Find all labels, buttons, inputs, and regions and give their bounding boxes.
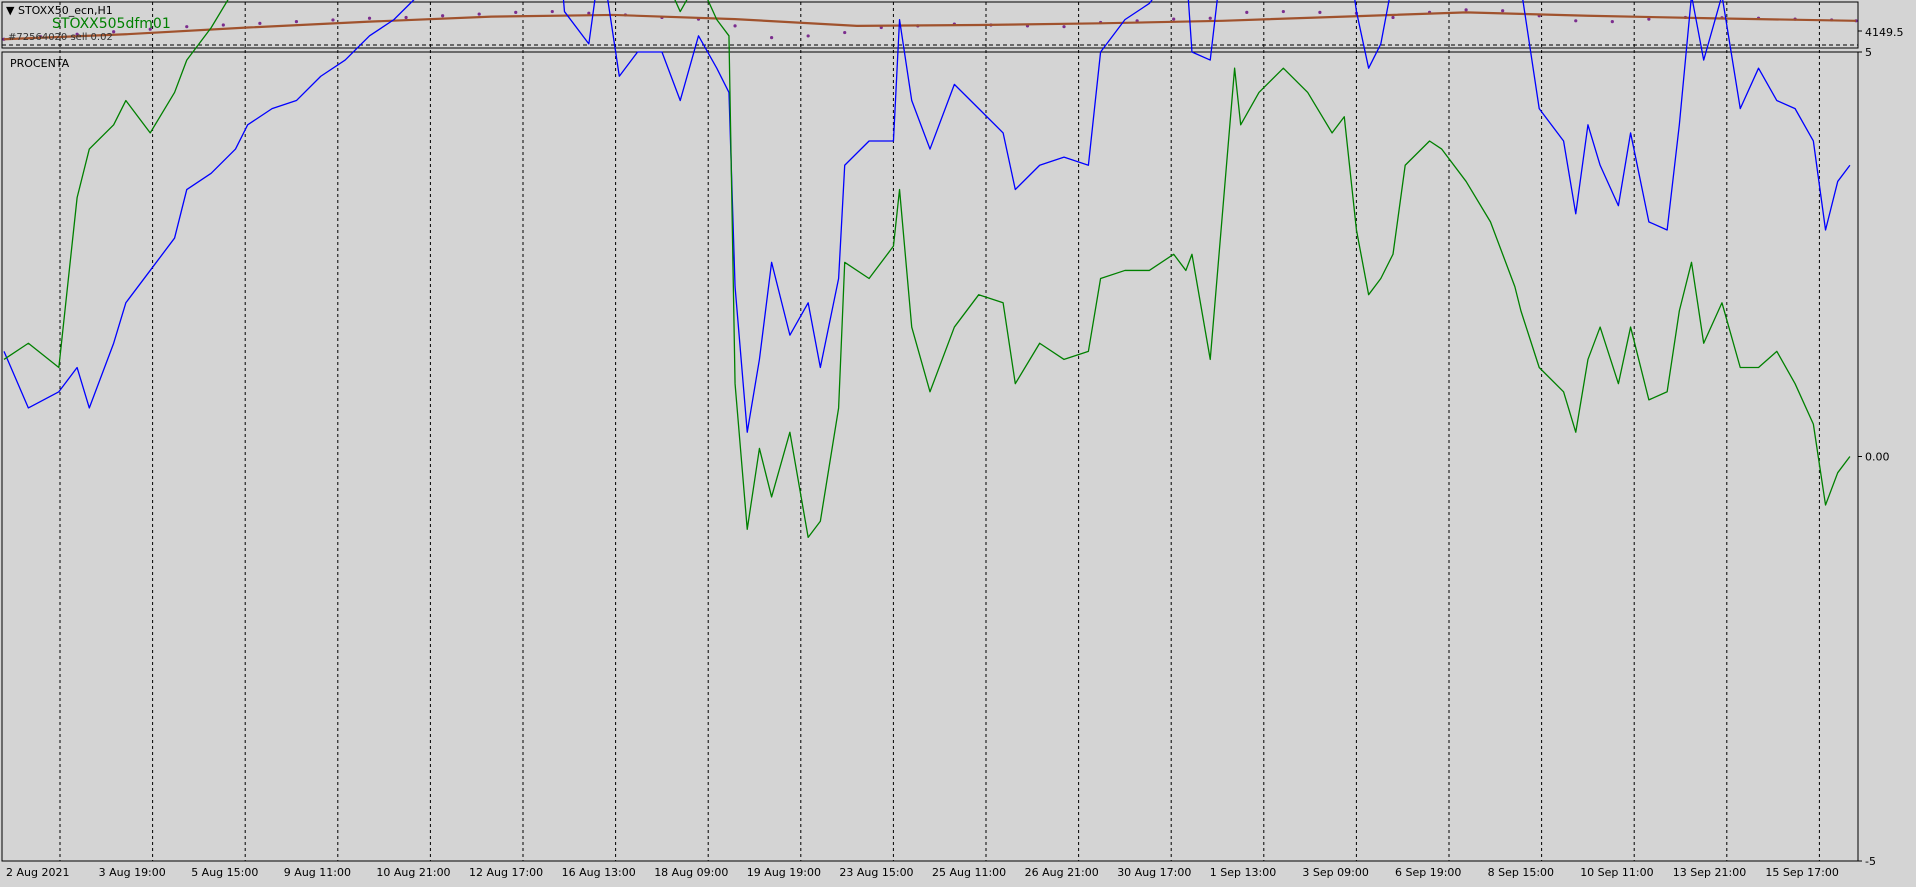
x-tick-label-19: 15 Sep 17:00 [1765,866,1838,879]
x-tick-label-14: 3 Sep 09:00 [1302,866,1368,879]
price-point [1610,20,1614,24]
y-tick-label-1: 0.00 [1865,451,1890,464]
price-point [1318,10,1322,14]
price-point [331,18,335,22]
price-point [185,25,189,29]
price-point [477,12,481,16]
x-tick-label-3: 9 Aug 11:00 [284,866,351,879]
price-point [806,34,810,38]
order-info-line: #72564020 sell 0.02 [8,32,113,43]
subwindow-label: PROCENTA [10,57,70,70]
x-tick-label-13: 1 Sep 13:00 [1210,866,1276,879]
price-point [1281,9,1285,14]
price-point [843,30,847,35]
x-tick-label-1: 3 Aug 19:00 [99,866,166,879]
chart-root: 2 Aug 2021 3 Aug 19:00 5 Aug 15:00 9 Aug 11… [0,0,1916,884]
x-tick-label-5: 12 Aug 17:00 [469,866,543,879]
x-tick-label-7: 18 Aug 09:00 [654,866,728,879]
collapse-triangle-icon[interactable]: ▼ [6,4,14,17]
price-axis-label: 4149.5 [1865,26,1904,39]
x-tick-label-8: 19 Aug 19:00 [747,866,821,879]
x-tick-label-10: 25 Aug 11:00 [932,866,1006,879]
price-point [1245,10,1249,14]
y-tick-label-2: -5 [1865,855,1876,868]
price-point [441,14,445,18]
x-tick-label-9: 23 Aug 15:00 [839,866,913,879]
price-point [770,36,774,40]
x-tick-label-16: 8 Sep 15:00 [1488,866,1554,879]
x-tick-label-0: 2 Aug 2021 [6,866,69,879]
price-point [1391,15,1395,20]
price-point [550,9,554,14]
chart-background [0,0,1916,884]
price-point [1501,9,1505,13]
price-point [1464,8,1468,12]
x-tick-label-4: 10 Aug 21:00 [376,866,450,879]
x-tick-label-2: 5 Aug 15:00 [191,866,258,879]
price-point [404,15,408,20]
x-tick-label-18: 13 Sep 21:00 [1673,866,1746,879]
price-point [258,21,262,25]
y-tick-label-0: 5 [1865,46,1872,59]
x-tick-label-11: 26 Aug 21:00 [1025,866,1099,879]
price-point [367,16,372,20]
price-point [1208,16,1212,20]
price-point [294,20,299,24]
price-point [1574,19,1578,23]
x-tick-label-17: 10 Sep 11:00 [1580,866,1653,879]
x-tick-label-15: 6 Sep 19:00 [1395,866,1461,879]
price-point [514,10,518,14]
price-point [221,23,225,27]
x-tick-label-12: 30 Aug 17:00 [1117,866,1191,879]
price-point [733,24,737,28]
x-tick-label-6: 16 Aug 13:00 [562,866,636,879]
price-point [1062,25,1066,29]
price-point [1172,17,1176,21]
indicator-label: STOXX505dfm01 [52,16,171,32]
chart-svg: 2 Aug 2021 3 Aug 19:00 5 Aug 15:00 9 Aug 11… [0,0,1916,884]
